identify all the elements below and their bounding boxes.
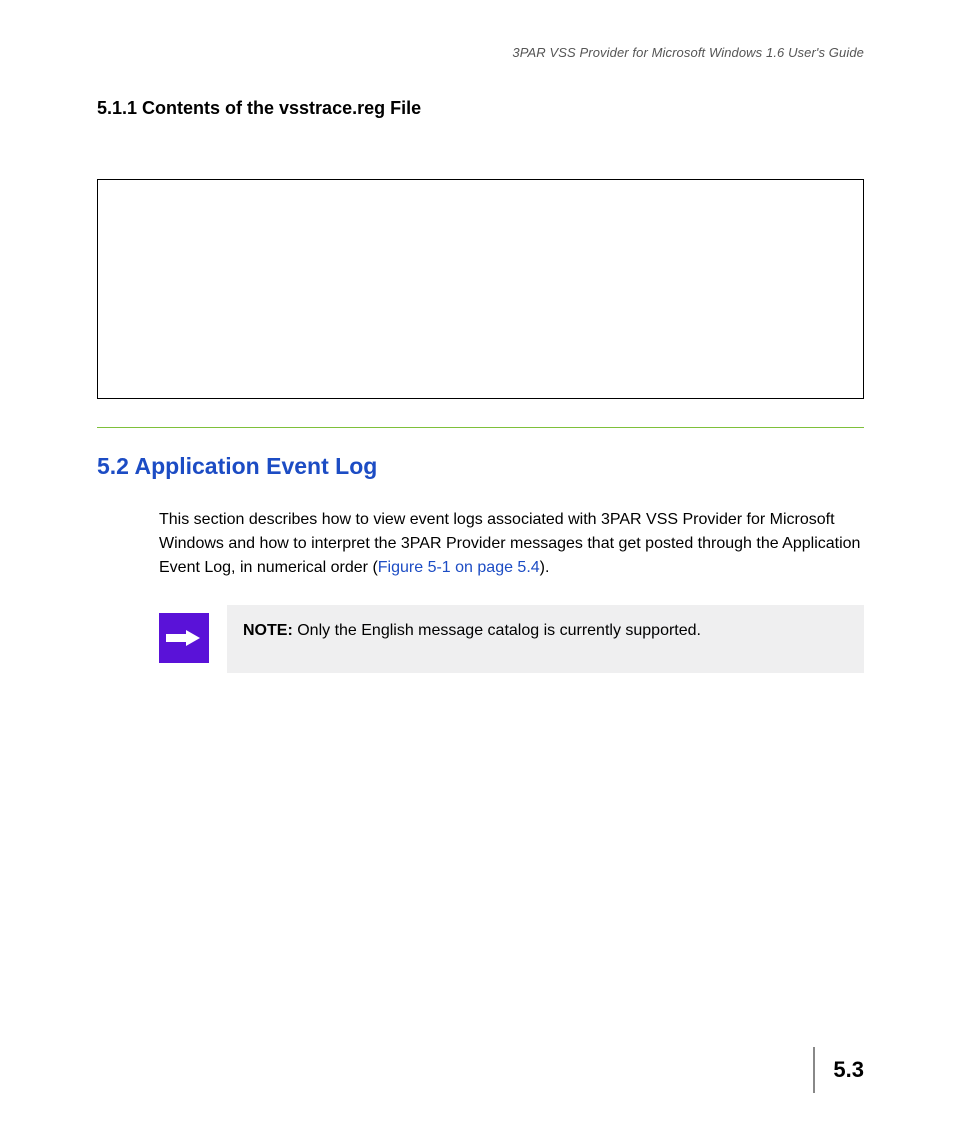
code-box — [97, 179, 864, 399]
note-block: NOTE: Only the English message catalog i… — [159, 605, 864, 673]
page-number: 5.3 — [833, 1057, 864, 1083]
subsection-heading: 5.1.1 Contents of the vsstrace.reg File — [97, 98, 864, 119]
figure-link[interactable]: Figure 5-1 on page 5.4 — [378, 559, 540, 576]
page-number-block: 5.3 — [813, 1047, 864, 1093]
body-text-post: ). — [540, 559, 550, 576]
section-heading: 5.2 Application Event Log — [97, 453, 864, 480]
note-label: NOTE: — [243, 622, 293, 639]
note-arrow-icon — [159, 613, 209, 663]
note-body: Only the English message catalog is curr… — [293, 622, 701, 639]
note-text: NOTE: Only the English message catalog i… — [227, 605, 864, 673]
page-number-divider — [813, 1047, 815, 1093]
running-header: 3PAR VSS Provider for Microsoft Windows … — [97, 45, 864, 60]
section-body: This section describes how to view event… — [159, 508, 864, 580]
section-divider — [97, 427, 864, 428]
